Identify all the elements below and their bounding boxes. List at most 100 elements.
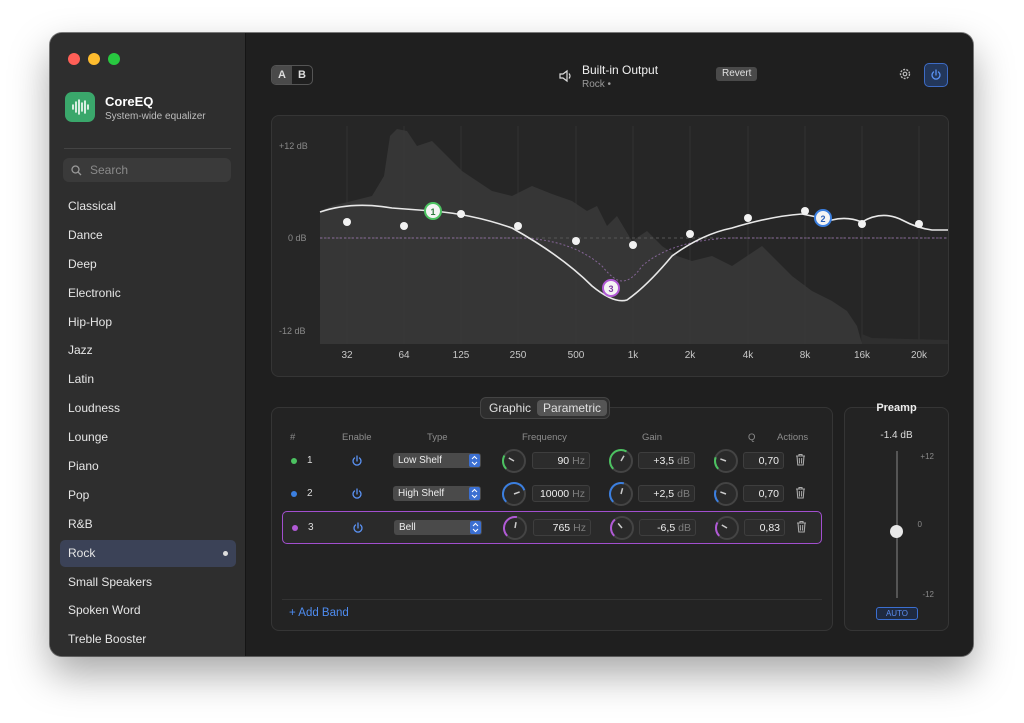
freq-label: 125 — [453, 350, 470, 361]
preset-item[interactable]: Jazz — [60, 337, 236, 364]
search-icon — [71, 164, 82, 175]
power-button[interactable] — [924, 63, 948, 87]
gain-field[interactable]: +2,5 dB — [638, 485, 695, 502]
frequency-knob[interactable] — [501, 481, 527, 512]
preset-item[interactable]: Small Speakers — [60, 569, 236, 596]
chevron-updown-icon — [469, 454, 480, 467]
power-icon — [931, 69, 941, 80]
frequency-value: 10000 — [539, 488, 570, 500]
band-row[interactable]: 1 Low Shelf 90 Hz +3,5 dB 0,70 — [282, 445, 820, 476]
preset-item[interactable]: Loudness — [60, 395, 236, 422]
preset-item[interactable]: Lounge — [60, 424, 236, 451]
frequency-field[interactable]: 10000 Hz — [532, 485, 590, 502]
frequency-knob[interactable] — [501, 448, 527, 479]
gain-knob[interactable] — [608, 481, 634, 512]
q-field[interactable]: 0,70 — [743, 485, 784, 502]
sidebar: CoreEQ System-wide equalizer Classical Da… — [50, 33, 246, 656]
preset-item[interactable]: Latin — [60, 366, 236, 393]
tab-parametric[interactable]: Parametric — [537, 400, 608, 416]
preset-item[interactable]: Electronic — [60, 280, 236, 307]
compare-a-button[interactable]: A — [272, 66, 292, 84]
preset-item[interactable]: Pop — [60, 482, 236, 509]
frequency-field[interactable]: 765 Hz — [533, 519, 591, 536]
preset-item[interactable]: Dance — [60, 222, 236, 249]
gain-field[interactable]: +3,5 dB — [638, 452, 695, 469]
revert-button[interactable]: Revert — [716, 67, 758, 81]
band-3-marker-label: 3 — [608, 284, 613, 294]
q-knob[interactable] — [714, 515, 740, 546]
preset-item[interactable]: Classical — [60, 193, 236, 220]
gain-unit: dB — [678, 522, 691, 534]
frequency-field[interactable]: 90 Hz — [532, 452, 590, 469]
band-type-select[interactable]: Low Shelf — [393, 453, 481, 468]
preset-item[interactable]: Treble Booster — [60, 626, 236, 653]
delete-band-button[interactable] — [796, 520, 807, 538]
band-color-dot — [291, 458, 297, 464]
band-2-marker-label: 2 — [820, 214, 825, 224]
delete-band-button[interactable] — [795, 453, 806, 471]
q-value: 0,70 — [758, 455, 779, 467]
preamp-auto-button[interactable]: AUTO — [876, 607, 918, 620]
minimize-button[interactable] — [88, 53, 100, 65]
q-knob[interactable] — [713, 448, 739, 479]
preset-label: Latin — [68, 372, 95, 387]
frequency-unit: Hz — [572, 455, 585, 467]
band-type-label: Bell — [399, 522, 416, 533]
search-input[interactable] — [88, 162, 222, 178]
app-window: CoreEQ System-wide equalizer Classical Da… — [50, 33, 973, 656]
freq-label: 16k — [854, 350, 871, 361]
header-enable: Enable — [342, 432, 372, 443]
gain-knob[interactable] — [609, 515, 635, 546]
preset-item[interactable]: Rock — [60, 539, 236, 567]
band-type-select[interactable]: High Shelf — [393, 486, 481, 501]
output-preset: Rock • — [582, 79, 612, 90]
band-type-select[interactable]: Bell — [394, 520, 482, 535]
band-enable-toggle[interactable] — [351, 487, 363, 505]
frequency-value: 765 — [552, 522, 571, 534]
frequency-knob[interactable] — [502, 515, 528, 546]
gear-icon[interactable] — [898, 67, 912, 81]
q-field[interactable]: 0,70 — [743, 452, 784, 469]
freq-label: 500 — [568, 350, 585, 361]
band-enable-toggle[interactable] — [351, 454, 363, 472]
preset-label: Hip-Hop — [68, 314, 113, 329]
gain-unit: dB — [677, 455, 690, 467]
compare-b-button[interactable]: B — [292, 66, 312, 84]
gain-value: +3,5 — [653, 455, 675, 467]
preset-item[interactable]: Deep — [60, 251, 236, 278]
preset-item[interactable]: Piano — [60, 453, 236, 480]
header-gain: Gain — [642, 432, 663, 443]
output-device[interactable]: Built-in Output Rock • — [558, 63, 658, 90]
band-row[interactable]: 3 Bell 765 Hz -6,5 dB 0,83 — [282, 511, 822, 544]
preset-item[interactable]: R&B — [60, 511, 236, 538]
header-actions: Actions — [777, 432, 809, 443]
q-field[interactable]: 0,83 — [744, 519, 785, 536]
add-band-button[interactable]: + Add Band — [289, 607, 349, 619]
q-knob[interactable] — [713, 481, 739, 512]
band-row[interactable]: 2 High Shelf 10000 Hz +2,5 dB 0,70 — [282, 478, 820, 509]
close-button[interactable] — [68, 53, 80, 65]
ab-compare-toggle[interactable]: A B — [271, 65, 313, 85]
frequency-unit: Hz — [573, 522, 586, 534]
frequency-unit: Hz — [572, 488, 585, 500]
delete-band-button[interactable] — [795, 486, 806, 504]
preset-label: R&B — [68, 516, 93, 531]
eq-graph[interactable]: 1 2 3 +12 dB 0 dB -12 dB 32 64 125 250 5… — [271, 115, 949, 377]
gain-field[interactable]: -6,5 dB — [639, 519, 696, 536]
preset-list: Classical Dance Deep Electronic Hip-Hop Jazz L… — [60, 193, 236, 655]
chevron-updown-icon — [470, 521, 481, 534]
band-enable-toggle[interactable] — [352, 521, 364, 539]
search-box[interactable] — [63, 158, 231, 182]
sidebar-divider — [64, 148, 231, 149]
preset-item[interactable]: Spoken Word — [60, 597, 236, 624]
preset-item[interactable]: Hip-Hop — [60, 309, 236, 336]
freq-label: 64 — [398, 350, 410, 361]
gain-knob[interactable] — [608, 448, 634, 479]
preamp-slider-thumb[interactable] — [890, 525, 903, 538]
band-color-dot — [292, 525, 298, 531]
tab-graphic[interactable]: Graphic — [483, 400, 537, 416]
zoom-button[interactable] — [108, 53, 120, 65]
band-color-dot — [291, 491, 297, 497]
band-type-label: Low Shelf — [398, 455, 442, 466]
gain-value: -6,5 — [657, 522, 676, 534]
